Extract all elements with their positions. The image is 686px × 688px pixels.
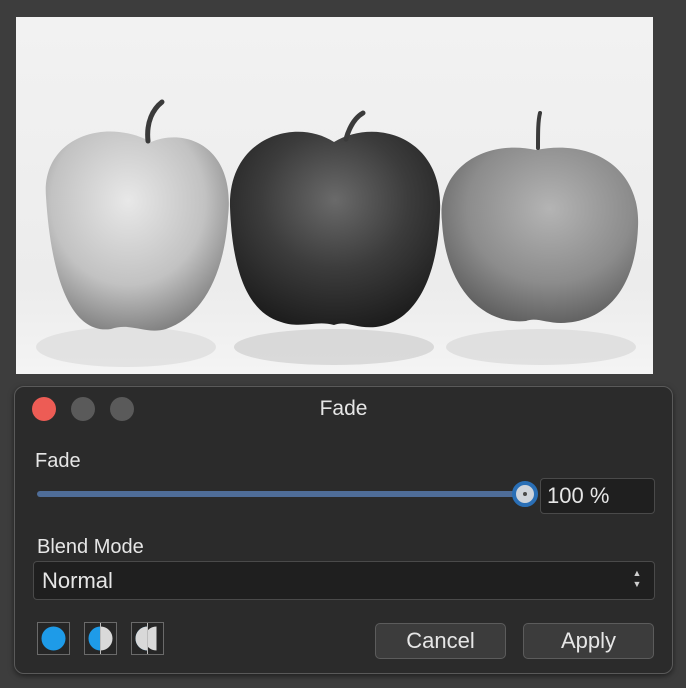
blend-mode-select[interactable]: Normal ▲ ▼ [33,561,655,600]
fade-value-field[interactable]: 100 % [540,478,655,514]
slider-fill [37,491,525,497]
mirrored-split-circle-icon [135,623,157,654]
fade-dialog: Fade Fade 100 % Blend Mode Normal ▲ ▼ Can… [14,386,673,674]
mode-mirror-split-button[interactable] [131,622,164,655]
split-circle-icon [88,623,113,654]
full-circle-icon [41,626,66,651]
blend-mode-label: Blend Mode [37,536,144,558]
slider-knob[interactable] [512,481,538,507]
image-preview [16,17,653,374]
updown-arrows-icon: ▲ ▼ [632,568,642,589]
fade-label: Fade [35,450,81,472]
cancel-button[interactable]: Cancel [375,623,506,659]
mode-split-button[interactable] [84,622,117,655]
dialog-title: Fade [319,397,368,420]
blend-mode-value: Normal [42,568,113,593]
mode-full-button[interactable] [37,622,70,655]
apply-button[interactable]: Apply [523,623,654,659]
